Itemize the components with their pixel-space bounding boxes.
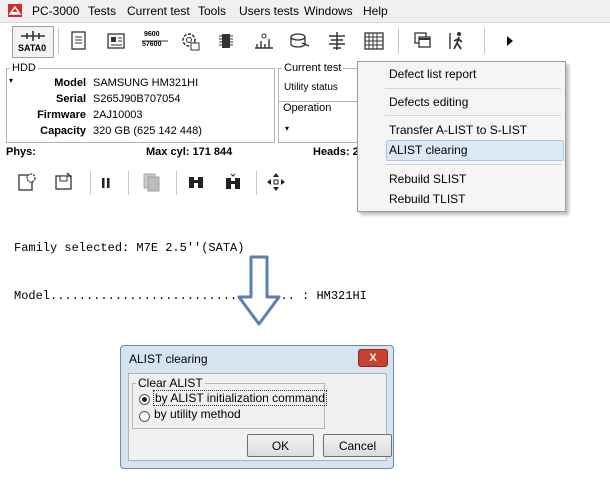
model-value: SAMSUNG HM321HI [93, 77, 199, 89]
operation-expand-icon[interactable]: ▾ [285, 124, 289, 133]
cancel-button[interactable]: Cancel [323, 434, 392, 457]
pause-icon[interactable] [100, 176, 112, 193]
menu-app-title: PC-3000 [32, 4, 80, 18]
binoculars-icon[interactable] [186, 173, 206, 194]
windows-icon[interactable] [410, 27, 436, 55]
arrow-right-icon[interactable] [497, 27, 523, 55]
menu-help[interactable]: Help [363, 4, 388, 18]
menu-separator [385, 115, 561, 116]
menu-separator [385, 88, 561, 89]
current-test-dropdown-menu: Defect list report Defects editing Trans… [357, 61, 566, 212]
firmware-value: 2AJ10003 [93, 109, 143, 121]
sata-port-button[interactable]: SATA0 [12, 26, 54, 58]
current-test-title: Current test [282, 62, 344, 74]
max-cyl: Max cyl: 171 844 [146, 146, 233, 158]
binoculars-next-icon[interactable] [222, 173, 244, 194]
run-icon[interactable] [445, 27, 471, 55]
radio-utility-method[interactable] [139, 411, 150, 422]
toolbar-separator [128, 171, 129, 195]
copy-icon[interactable] [66, 27, 92, 55]
gear-icon[interactable] [177, 27, 203, 55]
plug-icon [21, 31, 45, 41]
dialog-body: Clear ALIST by ALIST initialization comm… [128, 373, 392, 461]
move-arrows-icon[interactable] [265, 171, 287, 196]
capacity-value: 320 GB (625 142 448) [93, 125, 202, 137]
clear-alist-title: Clear ALIST [136, 376, 205, 390]
menu-item-defect-list-report[interactable]: Defect list report [389, 67, 476, 81]
menu-item-defects-editing[interactable]: Defects editing [389, 95, 468, 109]
speed-bottom-label: 57600 [142, 41, 162, 48]
toolbar-separator [398, 28, 399, 54]
menu-item-rebuild-tlist[interactable]: Rebuild TLIST [389, 192, 465, 206]
ok-button[interactable]: OK [247, 434, 314, 457]
disk-icon[interactable] [287, 27, 313, 55]
menu-users-tests[interactable]: Users tests [239, 4, 299, 18]
speed-top-label: 9600 [144, 31, 160, 38]
toolbar-separator [176, 171, 177, 195]
log-console: Family selected: M7E 2.5''(SATA) Model..… [14, 208, 367, 320]
close-icon: X [369, 352, 377, 364]
info-icon[interactable] [103, 27, 129, 55]
toolbar-separator [90, 171, 91, 195]
grid-icon[interactable] [361, 27, 387, 55]
log-line: Family selected: M7E 2.5''(SATA) [14, 241, 245, 255]
toolbar-separator [256, 171, 257, 195]
close-button[interactable]: X [358, 349, 388, 367]
option-utility-method-label[interactable]: by utility method [154, 407, 241, 421]
toolbar-separator [58, 28, 59, 54]
save-test-icon[interactable] [53, 171, 75, 196]
sata-label: SATA0 [18, 43, 47, 53]
menu-item-rebuild-slist[interactable]: Rebuild SLIST [389, 172, 466, 186]
menu-tests[interactable]: Tests [88, 4, 116, 18]
menu-windows[interactable]: Windows [304, 4, 353, 18]
menu-bar: PC-3000 Tests Current test Tools Users t… [0, 0, 610, 23]
arrow-down-icon [237, 255, 281, 326]
toolbar-separator [484, 28, 485, 54]
heads: Heads: 2 [313, 146, 359, 158]
dialog-title: ALIST clearing [129, 352, 208, 366]
menu-tools[interactable]: Tools [198, 4, 226, 18]
menu-separator [385, 164, 561, 165]
operation-title: Operation [282, 102, 333, 114]
serial-value: S265J90B707054 [93, 93, 181, 105]
capacity-label: Capacity [40, 125, 86, 137]
new-test-icon[interactable] [16, 171, 38, 196]
utility-status: Utility status [284, 82, 338, 93]
menu-item-alist-clearing[interactable]: ALIST clearing [389, 143, 468, 157]
firmware-label: Firmware [37, 109, 86, 121]
phys-label: Phys: [6, 146, 36, 158]
speed-icon[interactable]: 9600 57600 [140, 27, 170, 55]
hdd-group-title: HDD [10, 62, 38, 74]
scale-icon[interactable] [251, 27, 277, 55]
option-alist-init-label[interactable]: by ALIST initialization command [153, 390, 327, 406]
hdd-expand-icon[interactable]: ▾ [9, 76, 13, 85]
pc3000-logo-icon [8, 4, 22, 17]
serial-label: Serial [56, 93, 86, 105]
radio-alist-init[interactable] [139, 394, 150, 405]
menu-current-test[interactable]: Current test [127, 4, 190, 18]
log-line: Model.................................. … [14, 289, 367, 303]
chip-icon[interactable] [213, 27, 239, 55]
alist-clearing-dialog: ALIST clearing X Clear ALIST by ALIST in… [120, 345, 394, 469]
radio-selected-dot [142, 397, 147, 402]
stack-icon[interactable] [324, 27, 350, 55]
menu-item-transfer-alist[interactable]: Transfer A-LIST to S-LIST [389, 123, 527, 137]
copy-disabled-icon[interactable] [140, 171, 162, 196]
model-label: Model [54, 77, 86, 89]
